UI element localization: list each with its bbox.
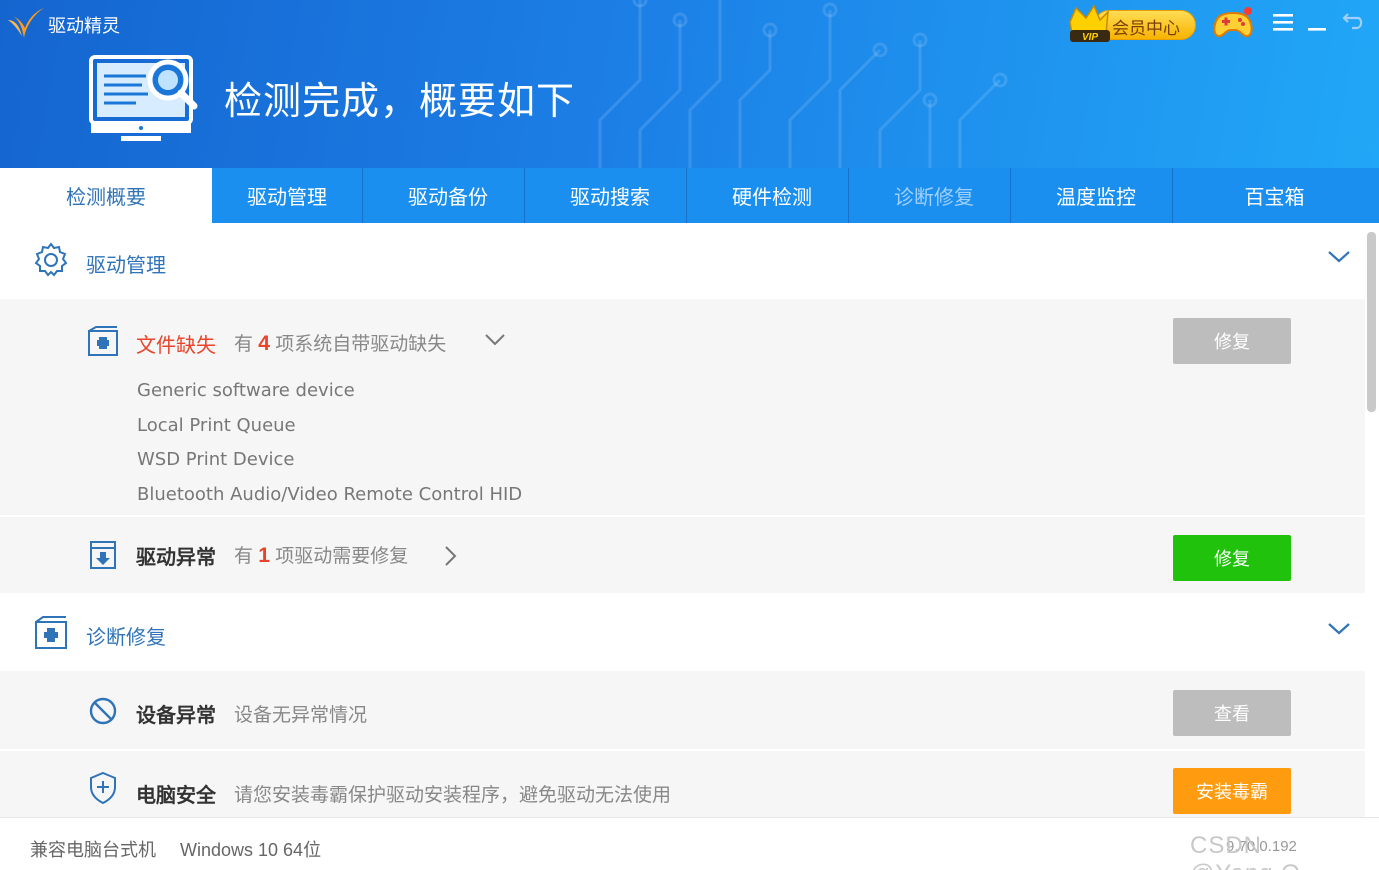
tab-separator	[686, 168, 687, 223]
abnormal-count: 1	[258, 544, 270, 567]
chevron-down-icon[interactable]	[484, 333, 506, 347]
driver-abnormal-title: 驱动异常	[136, 547, 216, 569]
vip-badge-text: VIP	[1082, 32, 1098, 43]
shield-plus-icon	[90, 771, 116, 805]
device-abnormal-panel: 设备异常 设备无异常情况 查看	[0, 671, 1365, 749]
missing-files-title: 文件缺失	[136, 335, 216, 357]
minimize-icon[interactable]	[1306, 12, 1328, 32]
tab-separator	[1010, 168, 1011, 223]
restore-icon[interactable]	[1342, 8, 1366, 32]
missing-files-panel: 文件缺失 有 4 项系统自带驱动缺失 修复 Generic software d…	[0, 299, 1365, 515]
forbidden-icon	[89, 697, 117, 725]
title-bar: 驱动精灵 检测完成，概要如下 VIP 会员中心	[0, 0, 1379, 168]
device-item: Generic software device	[137, 380, 355, 401]
repair-missing-button[interactable]: 修复	[1173, 318, 1291, 364]
missing-count: 4	[258, 332, 270, 355]
device-item: Local Print Queue	[137, 415, 296, 436]
tab-driver-backup[interactable]: 驱动备份	[372, 168, 524, 223]
tab-overview[interactable]: 检测概要	[0, 168, 212, 223]
view-device-button[interactable]: 查看	[1173, 690, 1291, 736]
device-abnormal-desc: 设备无异常情况	[234, 705, 368, 726]
tab-driver-search[interactable]: 驱动搜索	[534, 168, 686, 223]
os-info: Windows 10 64位	[180, 840, 322, 860]
driver-abnormal-desc: 有 1 项驱动需要修复	[234, 541, 408, 568]
tab-separator	[362, 168, 363, 223]
app-name: 驱动精灵	[48, 16, 120, 36]
missing-desc-suffix: 项系统自带驱动缺失	[275, 334, 447, 355]
box-plus-icon	[88, 326, 118, 356]
chevron-down-icon[interactable]	[1326, 249, 1352, 265]
tab-diagnose-repair[interactable]: 诊断修复	[858, 168, 1010, 223]
watermark: CSDN @Yang.O	[1190, 832, 1300, 870]
diagnose-section-header[interactable]: 诊断修复	[0, 595, 1365, 671]
driver-section-header[interactable]: 驱动管理	[0, 223, 1365, 299]
active-tab-slant	[190, 168, 212, 223]
status-bar: 兼容电脑台式机 Windows 10 64位 9.70.0.192 CSDN @…	[0, 817, 1379, 870]
tab-temperature-monitor[interactable]: 温度监控	[1020, 168, 1172, 223]
pc-security-title: 电脑安全	[136, 785, 216, 807]
device-item: Bluetooth Audio/Video Remote Control HID	[137, 484, 523, 505]
monitor-search-icon	[89, 55, 198, 141]
device-item: WSD Print Device	[137, 449, 295, 470]
hero-title: 检测完成，概要如下	[224, 81, 576, 123]
scrollbar-thumb[interactable]	[1367, 232, 1376, 412]
gear-icon	[34, 242, 68, 277]
tab-separator	[848, 168, 849, 223]
repair-driver-button[interactable]: 修复	[1173, 535, 1291, 581]
abnormal-desc-prefix: 有	[234, 546, 254, 567]
box-plus-icon	[35, 616, 67, 649]
section-title-diagnose: 诊断修复	[86, 627, 166, 649]
pc-security-desc: 请您安装毒霸保护驱动安装程序，避免驱动无法使用	[234, 785, 672, 806]
driver-abnormal-panel: 驱动异常 有 1 项驱动需要修复 修复	[0, 517, 1365, 593]
vip-center-button[interactable]: VIP 会员中心	[1066, 4, 1198, 44]
overview-content: 驱动管理 文件缺失 有 4 项系统自带驱动缺失 修复 Generic softw…	[0, 223, 1365, 817]
tab-separator	[1172, 168, 1173, 223]
tab-driver-management[interactable]: 驱动管理	[212, 168, 362, 223]
logo-icon	[8, 8, 44, 38]
tab-toolbox[interactable]: 百宝箱	[1182, 168, 1367, 223]
missing-desc-prefix: 有	[234, 334, 254, 355]
abnormal-desc-suffix: 项驱动需要修复	[275, 546, 409, 567]
download-box-icon	[90, 541, 116, 569]
crown-icon: VIP	[1069, 4, 1110, 43]
device-abnormal-title: 设备异常	[136, 705, 216, 727]
game-icon[interactable]	[1212, 6, 1254, 40]
install-antivirus-button[interactable]: 安装毒霸	[1173, 768, 1291, 814]
pc-security-panel: 电脑安全 请您安装毒霸保护驱动安装程序，避免驱动无法使用 安装毒霸	[0, 751, 1365, 817]
chevron-right-icon[interactable]	[444, 545, 458, 567]
machine-type: 兼容电脑台式机	[30, 840, 156, 860]
tab-hardware-check[interactable]: 硬件检测	[696, 168, 848, 223]
tab-separator	[524, 168, 525, 223]
missing-files-desc: 有 4 项系统自带驱动缺失	[234, 329, 446, 356]
section-title-driver: 驱动管理	[86, 255, 166, 277]
menu-icon[interactable]	[1272, 12, 1294, 32]
chevron-down-icon[interactable]	[1326, 621, 1352, 637]
vip-center-label: 会员中心	[1112, 19, 1180, 38]
